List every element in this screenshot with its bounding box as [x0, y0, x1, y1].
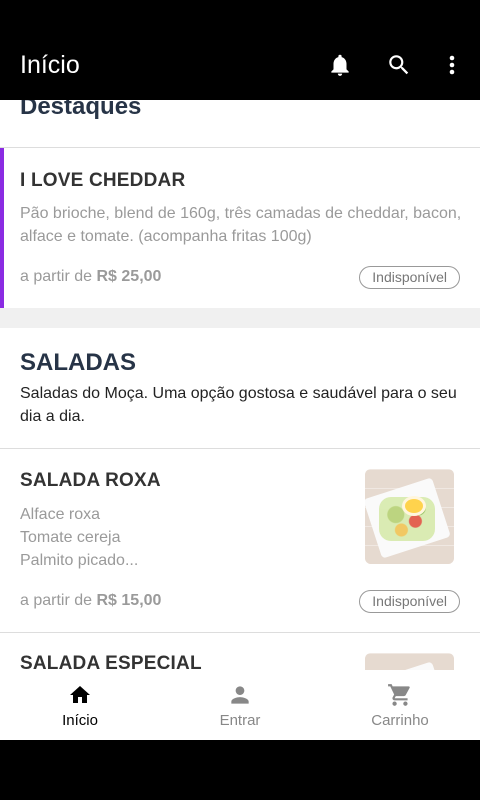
section-gap [0, 308, 480, 328]
product-card[interactable]: SALADA ESPECIAL [0, 633, 480, 670]
cart-icon [387, 682, 413, 708]
bottom-navigation: Início Entrar Carrinho [0, 670, 480, 740]
highlight-accent-bar [0, 148, 4, 308]
status-badge: Indisponível [359, 590, 460, 613]
nav-item-inicio[interactable]: Início [0, 670, 160, 740]
nav-label: Carrinho [371, 712, 429, 729]
price-value: R$ 15,00 [96, 592, 162, 609]
app-bar: Início [0, 0, 480, 100]
nav-label: Entrar [219, 712, 261, 729]
item-price: a partir de R$ 15,00 [20, 592, 161, 610]
person-icon [227, 682, 253, 708]
price-value: R$ 25,00 [96, 268, 162, 285]
category-title: SALADAS [20, 349, 137, 376]
price-prefix: a partir de [20, 268, 93, 285]
main-content[interactable]: Destaques I LOVE CHEDDAR Pão brioche, bl… [0, 100, 480, 670]
app-title: Início [20, 51, 80, 79]
item-name: SALADA ROXA [20, 470, 161, 491]
nav-label: Início [62, 712, 98, 729]
system-navigation-bar [0, 740, 480, 800]
item-price: a partir de R$ 25,00 [20, 268, 161, 286]
description-line: Palmito picado... [20, 552, 139, 569]
product-card[interactable]: SALADA ROXA Alface roxa Tomate cereja Pa… [0, 449, 480, 632]
nav-item-entrar[interactable]: Entrar [160, 670, 320, 740]
item-name: SALADA ESPECIAL [20, 653, 202, 670]
home-icon [67, 682, 93, 708]
more-vert-icon[interactable] [437, 50, 467, 80]
product-image [365, 469, 454, 564]
status-badge: Indisponível [359, 266, 460, 289]
item-description: Pão brioche, blend de 160g, três camadas… [20, 205, 462, 245]
search-icon[interactable] [384, 50, 414, 80]
highlight-item-card[interactable]: I LOVE CHEDDAR Pão brioche, blend de 160… [0, 100, 480, 308]
product-image [365, 653, 454, 670]
description-line: Alface roxa [20, 506, 101, 523]
nav-item-carrinho[interactable]: Carrinho [320, 670, 480, 740]
description-line: Tomate cereja [20, 529, 121, 546]
price-prefix: a partir de [20, 592, 93, 609]
item-name: I LOVE CHEDDAR [20, 170, 186, 191]
bell-icon[interactable] [325, 50, 355, 80]
item-description: Alface roxa Tomate cereja Palmito picado… [20, 503, 138, 572]
category-description: Saladas do Moça. Uma opção gostosa e sau… [20, 385, 457, 425]
